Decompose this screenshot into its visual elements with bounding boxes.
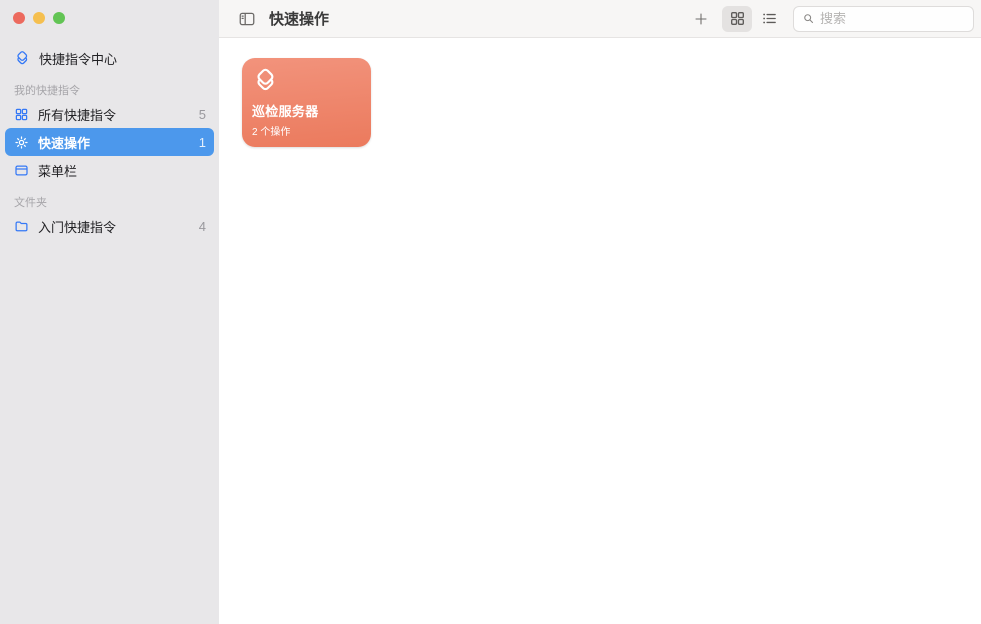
toolbar-right-group bbox=[689, 5, 975, 32]
sidebar-item-shortcuts-center[interactable]: 快捷指令中心 bbox=[5, 44, 214, 72]
shortcut-name: 巡检服务器 bbox=[252, 104, 319, 119]
sidebar-item-all-shortcuts[interactable]: 所有快捷指令 5 bbox=[5, 100, 214, 128]
sidebar-item-label: 快速操作 bbox=[38, 135, 91, 151]
minimize-window-button[interactable] bbox=[33, 12, 45, 24]
list-view-button[interactable] bbox=[754, 6, 784, 32]
search-icon bbox=[802, 12, 815, 25]
shortcuts-grid: 巡检服务器 2 个操作 bbox=[219, 38, 981, 624]
sidebar-item-count: 1 bbox=[198, 134, 206, 150]
shortcut-card[interactable]: 巡检服务器 2 个操作 bbox=[242, 58, 371, 147]
gear-icon bbox=[14, 135, 29, 150]
add-shortcut-button[interactable] bbox=[689, 6, 713, 32]
shortcut-action-count: 2 个操作 bbox=[252, 127, 291, 138]
search-input[interactable] bbox=[820, 11, 965, 26]
sidebar-section-header-my-shortcuts: 我的快捷指令 bbox=[14, 85, 80, 97]
shortcuts-layers-icon bbox=[14, 50, 30, 66]
shortcut-card-text: 巡检服务器 2 个操作 bbox=[252, 101, 361, 138]
window-controls bbox=[0, 0, 219, 24]
sidebar-item-menu-bar[interactable]: 菜单栏 bbox=[5, 156, 214, 184]
page-title: 快速操作 bbox=[269, 11, 330, 28]
sidebar-item-starter-shortcuts[interactable]: 入门快捷指令 4 bbox=[5, 212, 214, 240]
menubar-icon bbox=[14, 163, 29, 178]
folder-icon bbox=[14, 219, 29, 234]
sidebar-item-label: 入门快捷指令 bbox=[38, 219, 117, 235]
sidebar-list: 快捷指令中心 我的快捷指令 所有快捷指令 5 快速操作 1 菜单栏 文件夹 入门… bbox=[0, 24, 219, 240]
close-window-button[interactable] bbox=[13, 12, 25, 24]
grid-view-button[interactable] bbox=[722, 5, 752, 32]
grid-icon bbox=[14, 107, 29, 122]
zoom-window-button[interactable] bbox=[53, 12, 65, 24]
main-area: 快速操作 搜索 巡检服务器 2 个操作 bbox=[219, 0, 981, 624]
toolbar: 快速操作 bbox=[219, 0, 981, 38]
sidebar-section-header-folders: 文件夹 bbox=[14, 197, 47, 209]
toggle-sidebar-button[interactable] bbox=[238, 10, 256, 28]
sidebar-item-count: 4 bbox=[198, 218, 206, 234]
sidebar: 快捷指令中心 我的快捷指令 所有快捷指令 5 快速操作 1 菜单栏 文件夹 入门… bbox=[0, 0, 219, 624]
search-field[interactable] bbox=[793, 5, 974, 32]
sidebar-item-label: 所有快捷指令 bbox=[38, 107, 117, 123]
shortcuts-layers-icon bbox=[252, 67, 278, 93]
sidebar-item-label: 快捷指令中心 bbox=[39, 51, 118, 67]
sidebar-item-count: 5 bbox=[198, 106, 206, 122]
sidebar-item-label: 菜单栏 bbox=[38, 163, 78, 179]
sidebar-item-quick-actions[interactable]: 快速操作 1 bbox=[5, 128, 214, 156]
view-mode-segmented-control bbox=[722, 5, 784, 32]
shortcuts-app-window: 快捷指令中心 我的快捷指令 所有快捷指令 5 快速操作 1 菜单栏 文件夹 入门… bbox=[0, 0, 981, 624]
